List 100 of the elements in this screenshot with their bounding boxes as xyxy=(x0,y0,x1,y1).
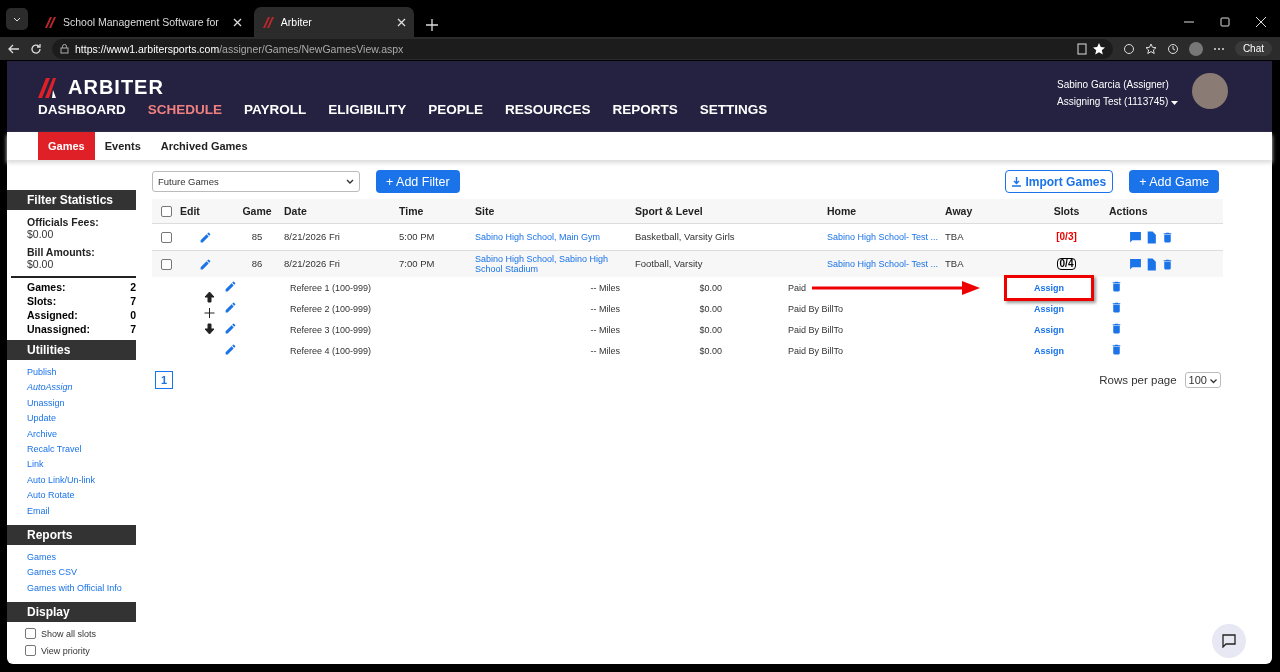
browser-tab[interactable]: Arbiter xyxy=(253,7,414,37)
document-icon[interactable] xyxy=(1145,257,1158,271)
utility-link[interactable]: Unassign xyxy=(27,396,136,410)
utility-link[interactable]: Auto Link/Un-link xyxy=(27,473,136,487)
browser-tab[interactable]: School Management Software for xyxy=(36,7,250,37)
rows-per-page-select[interactable]: 100 xyxy=(1184,372,1221,388)
address-bar[interactable]: https://www1.arbitersports.com/assigner/Games/NewGamesView.aspx xyxy=(52,38,1113,59)
move-arrows-icon[interactable] xyxy=(204,292,215,334)
row-checkbox[interactable] xyxy=(160,231,172,243)
delete-icon[interactable] xyxy=(1161,230,1174,244)
edit-icon[interactable] xyxy=(198,257,212,271)
column-header: Site xyxy=(475,199,635,224)
edit-icon[interactable] xyxy=(224,343,237,356)
chat-icon xyxy=(1222,634,1236,648)
reload-icon[interactable] xyxy=(30,42,42,55)
account-menu[interactable]: Assigning Test (1113745) xyxy=(1057,93,1178,110)
sub-tab[interactable]: Games xyxy=(38,132,95,160)
comment-icon[interactable] xyxy=(1129,257,1142,271)
column-header: Away xyxy=(945,199,1024,224)
utility-link[interactable]: AutoAssign xyxy=(27,381,136,394)
option-label: Show all slots xyxy=(41,628,97,639)
import-games-button[interactable]: Import Games xyxy=(1005,170,1114,193)
stat-value: 7 xyxy=(130,294,136,308)
table-cell: TBA xyxy=(945,251,1024,277)
assign-link[interactable]: Assign xyxy=(1007,298,1091,319)
history-icon[interactable] xyxy=(1166,42,1179,55)
nav-link[interactable]: PAYROLL xyxy=(244,102,307,117)
stat-label: Games: xyxy=(27,280,66,294)
report-link[interactable]: Games with Official Info xyxy=(27,581,136,595)
delete-icon[interactable] xyxy=(1110,343,1123,356)
tab-logo-icon xyxy=(261,15,275,29)
utility-link[interactable]: Auto Rotate xyxy=(27,489,136,502)
slot-fee: $0.00 xyxy=(698,345,722,356)
nav-link[interactable]: REPORTS xyxy=(612,102,678,117)
nav-link[interactable]: PEOPLE xyxy=(428,102,484,117)
nav-link[interactable]: SCHEDULE xyxy=(147,102,222,117)
document-icon[interactable] xyxy=(1145,230,1158,244)
filter-select[interactable]: Future Games xyxy=(152,171,360,192)
reader-icon[interactable] xyxy=(1076,42,1087,55)
slots-count[interactable]: 0/4 xyxy=(1056,258,1077,270)
comment-icon[interactable] xyxy=(1129,230,1142,244)
url-text: https://www1.arbitersports.com/assigner/Games/NewGamesView.aspx xyxy=(75,42,404,55)
site-link[interactable]: Sabino High School, Main Gym xyxy=(475,232,601,242)
new-tab-icon[interactable] xyxy=(425,19,438,31)
utility-link[interactable]: Archive xyxy=(27,427,136,441)
nav-link[interactable]: DASHBOARD xyxy=(38,102,126,117)
close-icon[interactable] xyxy=(396,17,406,27)
utility-link[interactable]: Recalc Travel xyxy=(27,443,136,456)
avatar-placeholder[interactable] xyxy=(1192,73,1228,109)
report-link[interactable]: Games xyxy=(27,551,136,564)
close-icon[interactable] xyxy=(1256,17,1266,27)
column-header: Date xyxy=(284,199,399,224)
edit-icon[interactable] xyxy=(224,301,237,314)
table-cell: 8/21/2026 Fri xyxy=(284,251,399,277)
rows-per-page-label: Rows per page xyxy=(1099,374,1177,386)
delete-icon[interactable] xyxy=(1110,280,1123,293)
nav-link[interactable]: ELIGIBILITY xyxy=(328,102,407,117)
utility-link[interactable]: Publish xyxy=(27,366,136,379)
row-checkbox[interactable] xyxy=(160,258,172,270)
chat-bubble-button[interactable] xyxy=(1212,624,1246,658)
select-all-checkbox[interactable] xyxy=(160,205,172,217)
home-link[interactable]: Sabino High School- Test ... xyxy=(827,232,938,242)
extensions-icon[interactable] xyxy=(1122,42,1135,55)
more-icon[interactable] xyxy=(1212,46,1225,51)
star-icon[interactable] xyxy=(1092,42,1105,55)
nav-link[interactable]: SETTINGS xyxy=(699,102,768,117)
option-label: View priority xyxy=(41,645,90,656)
section-header: Display xyxy=(7,602,136,623)
maximize-icon[interactable] xyxy=(1220,17,1230,27)
utility-link[interactable]: Link xyxy=(27,458,136,471)
stat-value: 2 xyxy=(130,280,136,294)
delete-icon[interactable] xyxy=(1161,257,1174,271)
stat-label: Unassigned: xyxy=(27,322,90,336)
stat-label: Officials Fees: xyxy=(27,216,100,228)
checkbox[interactable] xyxy=(25,628,36,640)
profile-avatar-icon[interactable] xyxy=(1188,41,1203,56)
add-filter-button[interactable]: + Add Filter xyxy=(376,170,460,193)
back-icon[interactable] xyxy=(8,42,20,55)
checkbox[interactable] xyxy=(25,645,36,657)
edit-icon[interactable] xyxy=(224,322,237,335)
delete-icon[interactable] xyxy=(1110,322,1123,335)
utility-link[interactable]: Update xyxy=(27,412,136,425)
sub-tab[interactable]: Archived Games xyxy=(150,132,258,160)
slot-fee: $0.00 xyxy=(698,303,722,314)
edit-icon[interactable] xyxy=(198,230,212,244)
utility-link[interactable]: Email xyxy=(27,504,136,518)
close-icon[interactable] xyxy=(232,17,242,27)
assign-link[interactable]: Assign xyxy=(1004,274,1094,301)
add-game-button[interactable]: + Add Game xyxy=(1129,170,1219,193)
nav-link[interactable]: RESOURCES xyxy=(505,102,591,117)
assign-link[interactable]: Assign xyxy=(1007,340,1091,361)
assign-link[interactable]: Assign xyxy=(1007,319,1091,340)
favorites-icon[interactable] xyxy=(1144,42,1157,55)
slots-count[interactable]: [0/3] xyxy=(1056,232,1077,242)
chat-button[interactable]: Chat xyxy=(1234,41,1272,56)
edit-icon[interactable] xyxy=(224,280,237,293)
delete-icon[interactable] xyxy=(1110,301,1123,314)
report-link[interactable]: Games CSV xyxy=(27,566,136,579)
sub-tab[interactable]: Events xyxy=(94,132,151,160)
page-button[interactable]: 1 xyxy=(155,371,173,389)
